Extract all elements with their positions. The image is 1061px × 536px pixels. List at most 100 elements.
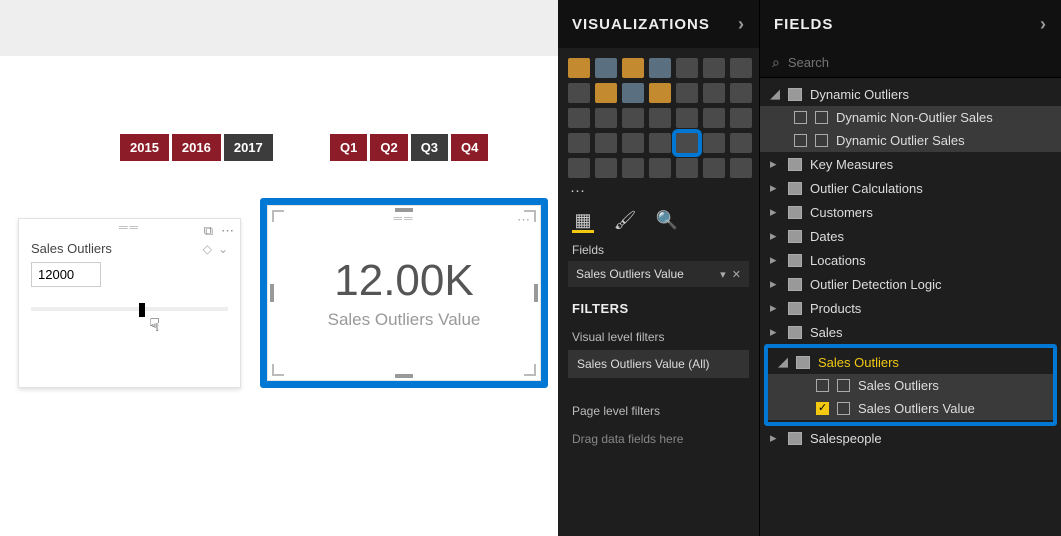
fields-search[interactable]: ⌕	[760, 48, 1061, 78]
checkbox[interactable]	[794, 111, 807, 124]
field-dynamic-outlier[interactable]: Dynamic Outlier Sales	[760, 129, 1061, 152]
viz-donut-icon[interactable]	[595, 108, 617, 128]
table-salespeople[interactable]: ▸Salespeople	[760, 426, 1061, 450]
tab-fields[interactable]: ▦	[572, 211, 594, 233]
drag-fields-hint: Drag data fields here	[558, 424, 759, 452]
year-pill-2015[interactable]: 2015	[120, 134, 169, 161]
card-grip[interactable]: ══	[268, 210, 540, 226]
viz-custom6-icon[interactable]	[703, 158, 725, 178]
filter-chip-suffix: (All)	[688, 357, 709, 371]
viz-more-icon[interactable]: ···	[558, 180, 759, 205]
viz-custom3-icon[interactable]	[622, 158, 644, 178]
viz-custom5-icon[interactable]	[676, 158, 698, 178]
table-dates[interactable]: ▸Dates	[760, 224, 1061, 248]
quarter-pill-q1[interactable]: Q1	[330, 134, 367, 161]
tab-analytics[interactable]: 🔍	[656, 211, 678, 233]
table-icon	[788, 278, 802, 291]
year-slicer[interactable]: 2015 2016 2017	[120, 134, 273, 161]
viz-line-icon[interactable]	[730, 58, 752, 78]
search-input[interactable]	[788, 55, 1049, 70]
card-visual-selected[interactable]: ══ ⋯ 12.00K Sales Outliers Value	[260, 198, 548, 388]
chevron-down-icon[interactable]: ⌄	[218, 242, 228, 256]
field-sales-outliers[interactable]: Sales Outliers	[768, 374, 1053, 397]
table-label: Dates	[810, 229, 844, 244]
viz-ribbon-icon[interactable]	[676, 83, 698, 103]
viz-100stacked-column-icon[interactable]	[703, 58, 725, 78]
viz-stacked-bar-icon[interactable]	[568, 58, 590, 78]
checkbox[interactable]	[794, 134, 807, 147]
viz-gauge-icon[interactable]	[730, 108, 752, 128]
caret-right-icon: ▸	[770, 324, 780, 340]
viz-clustered-column-icon[interactable]	[649, 58, 671, 78]
table-sales[interactable]: ▸Sales	[760, 320, 1061, 344]
table-dynamic-outliers[interactable]: ◢ Dynamic Outliers	[760, 82, 1061, 106]
viz-custom2-icon[interactable]	[595, 158, 617, 178]
field-well-item[interactable]: Sales Outliers Value	[576, 267, 684, 281]
year-pill-2016[interactable]: 2016	[172, 134, 221, 161]
tab-format[interactable]: 🖌	[614, 211, 636, 233]
viz-funnel-icon[interactable]	[703, 108, 725, 128]
viz-card-icon[interactable]	[676, 133, 698, 153]
viz-slicer-icon[interactable]	[730, 133, 752, 153]
eraser-icon[interactable]: ◇	[203, 242, 212, 256]
collapse-pane-icon[interactable]: ›	[738, 14, 745, 35]
viz-kpi-icon[interactable]	[649, 133, 671, 153]
viz-custom1-icon[interactable]	[568, 158, 590, 178]
field-well-remove-icon[interactable]: ✕	[732, 269, 741, 281]
viz-100stacked-bar-icon[interactable]	[676, 58, 698, 78]
field-sales-outliers-value[interactable]: Sales Outliers Value	[768, 397, 1053, 420]
viz-treemap-icon[interactable]	[622, 108, 644, 128]
table-label: Key Measures	[810, 157, 893, 172]
slicer-input[interactable]	[31, 262, 101, 287]
quarter-pill-q3[interactable]: Q3	[411, 134, 448, 161]
viz-stacked-area-icon[interactable]	[595, 83, 617, 103]
table-outlier-detection[interactable]: ▸Outlier Detection Logic	[760, 272, 1061, 296]
field-well[interactable]: Sales Outliers Value ▾ ✕	[568, 261, 749, 287]
report-canvas[interactable]: 2015 2016 2017 Q1 Q2 Q3 Q4 ══ ⧉ ⋯ Sales …	[0, 0, 558, 536]
viz-line-column-icon[interactable]	[622, 83, 644, 103]
table-outlier-calculations[interactable]: ▸Outlier Calculations	[760, 176, 1061, 200]
table-key-measures[interactable]: ▸Key Measures	[760, 152, 1061, 176]
viz-stacked-column-icon[interactable]	[595, 58, 617, 78]
focus-mode-icon[interactable]: ⧉	[204, 223, 213, 239]
field-label: Dynamic Outlier Sales	[836, 133, 965, 148]
more-options-icon[interactable]: ⋯	[221, 223, 234, 239]
filter-chip[interactable]: Sales Outliers Value (All)	[568, 350, 749, 378]
viz-multicard-icon[interactable]	[703, 133, 725, 153]
viz-pie-icon[interactable]	[568, 108, 590, 128]
table-locations[interactable]: ▸Locations	[760, 248, 1061, 272]
field-label: Sales Outliers Value	[858, 401, 975, 416]
collapse-pane-icon[interactable]: ›	[1040, 14, 1047, 35]
field-dynamic-non-outlier[interactable]: Dynamic Non-Outlier Sales	[760, 106, 1061, 129]
viz-table-icon[interactable]	[595, 133, 617, 153]
viz-scatter-icon[interactable]	[730, 83, 752, 103]
viz-clustered-bar-icon[interactable]	[622, 58, 644, 78]
checkbox-checked[interactable]	[816, 402, 829, 415]
viz-map-icon[interactable]	[649, 108, 671, 128]
quarter-slicer[interactable]: Q1 Q2 Q3 Q4	[330, 134, 488, 161]
table-products[interactable]: ▸Products	[760, 296, 1061, 320]
year-pill-2017[interactable]: 2017	[224, 134, 273, 161]
cursor-hand-icon: ☟	[149, 315, 160, 336]
fields-pane-title: FIELDS	[774, 16, 833, 33]
viz-custom7-icon[interactable]	[730, 158, 752, 178]
slicer-slider[interactable]	[31, 307, 228, 311]
table-sales-outliers[interactable]: ◢ Sales Outliers	[768, 350, 1053, 374]
table-icon	[788, 88, 802, 101]
viz-line-clustered-icon[interactable]	[649, 83, 671, 103]
viz-area-icon[interactable]	[568, 83, 590, 103]
field-well-dropdown-icon[interactable]: ▾	[720, 269, 726, 281]
viz-custom4-icon[interactable]	[649, 158, 671, 178]
viz-rscript-icon[interactable]	[622, 133, 644, 153]
quarter-pill-q2[interactable]: Q2	[370, 134, 407, 161]
card-value: 12.00K	[334, 256, 473, 306]
table-customers[interactable]: ▸Customers	[760, 200, 1061, 224]
measure-icon	[837, 402, 850, 415]
table-label: Locations	[810, 253, 866, 268]
viz-filled-map-icon[interactable]	[676, 108, 698, 128]
viz-matrix-icon[interactable]	[568, 133, 590, 153]
quarter-pill-q4[interactable]: Q4	[451, 134, 488, 161]
viz-waterfall-icon[interactable]	[703, 83, 725, 103]
slicer-sales-outliers[interactable]: ══ ⧉ ⋯ Sales Outliers ◇ ⌄ ☟	[18, 218, 241, 388]
checkbox[interactable]	[816, 379, 829, 392]
